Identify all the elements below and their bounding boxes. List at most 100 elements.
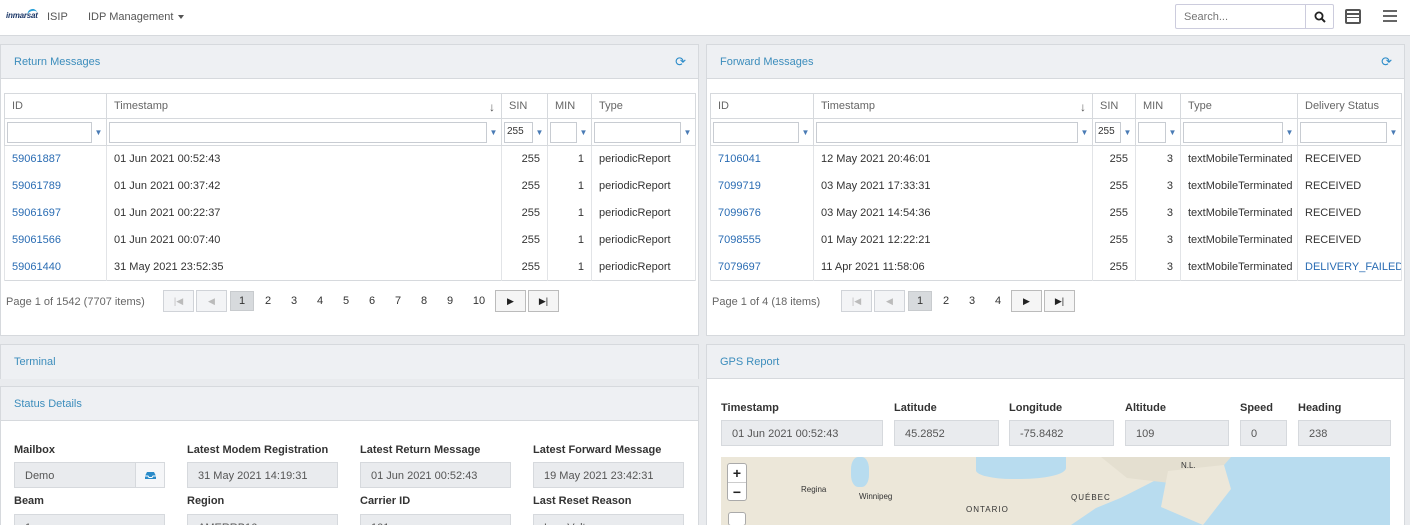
page-1[interactable]: 1 <box>908 291 932 311</box>
cell-min: 3 <box>1135 172 1181 200</box>
column-header-timestamp[interactable]: Timestamp ↓ <box>106 93 502 119</box>
filter-icon[interactable]: ▼ <box>1284 128 1295 137</box>
table-row[interactable]: 7098555 01 May 2021 12:22:21 255 3 textMobil… <box>710 226 1402 254</box>
panel-title: Return Messages <box>14 56 101 68</box>
cell-type: textMobileTerminated <box>1180 226 1298 254</box>
table-row[interactable]: 59061887 01 Jun 2021 00:52:43 255 1 periodic… <box>4 145 696 173</box>
table-row[interactable]: 59061440 31 May 2021 23:52:35 255 1 periodic… <box>4 253 696 281</box>
zoom-in-button[interactable]: + <box>728 464 746 482</box>
message-id-link[interactable]: 59061789 <box>12 180 61 192</box>
table-row[interactable]: 7099719 03 May 2021 17:33:31 255 3 textMobil… <box>710 172 1402 200</box>
message-id-link[interactable]: 7106041 <box>718 153 761 165</box>
modem-registration-label: Latest Modem Registration <box>187 444 329 456</box>
page-10[interactable]: 10 <box>463 290 495 312</box>
column-header-min[interactable]: MIN <box>1135 93 1181 119</box>
message-id-link[interactable]: 59061566 <box>12 234 61 246</box>
filter-status-input[interactable] <box>1300 121 1387 143</box>
last-page-button[interactable]: ▶| <box>528 290 559 312</box>
filter-icon[interactable]: ▼ <box>1079 128 1090 137</box>
column-header-min[interactable]: MIN <box>547 93 592 119</box>
panel-header[interactable]: Terminal <box>1 345 698 379</box>
filter-id-input[interactable] <box>7 121 92 143</box>
filter-type-input[interactable] <box>594 121 681 143</box>
page-4[interactable]: 4 <box>985 290 1011 312</box>
table-row[interactable]: 59061566 01 Jun 2021 00:07:40 255 1 periodic… <box>4 226 696 254</box>
cell-sin: 255 <box>1092 253 1136 281</box>
page-8[interactable]: 8 <box>411 290 437 312</box>
refresh-icon[interactable]: ⟳ <box>675 55 686 68</box>
prev-page-button[interactable]: ◀ <box>874 290 905 312</box>
page-9[interactable]: 9 <box>437 290 463 312</box>
first-page-button[interactable]: |◀ <box>841 290 872 312</box>
first-page-button[interactable]: |◀ <box>163 290 194 312</box>
filter-icon[interactable]: ▼ <box>578 128 589 137</box>
page-2[interactable]: 2 <box>933 290 959 312</box>
page-7[interactable]: 7 <box>385 290 411 312</box>
message-id-link[interactable]: 7098555 <box>718 234 761 246</box>
page-2[interactable]: 2 <box>255 290 281 312</box>
table-row[interactable]: 7099676 03 May 2021 14:54:36 255 3 textMobil… <box>710 199 1402 227</box>
filter-type-input[interactable] <box>1183 121 1283 143</box>
prev-page-button[interactable]: ◀ <box>196 290 227 312</box>
filter-icon[interactable]: ▼ <box>1167 128 1178 137</box>
column-header-sin[interactable]: SIN <box>501 93 548 119</box>
filter-icon[interactable]: ▼ <box>93 128 104 137</box>
page-4[interactable]: 4 <box>307 290 333 312</box>
filter-min-input[interactable] <box>550 121 577 143</box>
fullscreen-icon[interactable] <box>728 512 746 525</box>
zoom-out-button[interactable]: − <box>728 482 746 500</box>
filter-timestamp-input[interactable] <box>816 121 1078 143</box>
column-header-type[interactable]: Type <box>591 93 696 119</box>
column-header-type[interactable]: Type <box>1180 93 1298 119</box>
cell-status: RECEIVED <box>1297 172 1402 200</box>
filter-timestamp-input[interactable] <box>109 121 487 143</box>
longitude-label: Longitude <box>1009 402 1063 414</box>
filter-icon[interactable]: ▼ <box>1122 128 1133 137</box>
database-icon[interactable] <box>1345 9 1361 24</box>
filter-icon[interactable]: ▼ <box>488 128 499 137</box>
mailbox-button[interactable] <box>135 462 165 488</box>
cell-status-failed-link[interactable]: DELIVERY_FAILED <box>1297 253 1402 281</box>
hamburger-menu-icon[interactable] <box>1383 10 1397 22</box>
search-button[interactable] <box>1305 5 1333 28</box>
message-id-link[interactable]: 59061887 <box>12 153 61 165</box>
message-id-link[interactable]: 59061440 <box>12 261 61 273</box>
column-header-id[interactable]: ID <box>710 93 814 119</box>
column-header-delivery-status[interactable]: Delivery Status <box>1297 93 1402 119</box>
column-header-sin[interactable]: SIN <box>1092 93 1136 119</box>
filter-icon[interactable]: ▼ <box>1388 128 1399 137</box>
message-id-link[interactable]: 7079697 <box>718 261 761 273</box>
table-row[interactable]: 7079697 11 Apr 2021 11:58:06 255 3 textMobil… <box>710 253 1402 281</box>
page-3[interactable]: 3 <box>281 290 307 312</box>
filter-sin-input[interactable]: 255 <box>504 121 533 143</box>
message-id-link[interactable]: 7099676 <box>718 207 761 219</box>
message-id-link[interactable]: 7099719 <box>718 180 761 192</box>
message-id-link[interactable]: 59061697 <box>12 207 61 219</box>
next-page-button[interactable]: ▶ <box>495 290 526 312</box>
search-input[interactable] <box>1176 5 1304 28</box>
search-icon <box>1314 11 1326 23</box>
filter-id-input[interactable] <box>713 121 799 143</box>
cell-sin: 255 <box>1092 199 1136 227</box>
filter-icon[interactable]: ▼ <box>800 128 811 137</box>
filter-min-input[interactable] <box>1138 121 1166 143</box>
table-row[interactable]: 7106041 12 May 2021 20:46:01 255 3 textMobil… <box>710 145 1402 173</box>
next-page-button[interactable]: ▶ <box>1011 290 1042 312</box>
page-5[interactable]: 5 <box>333 290 359 312</box>
table-row[interactable]: 59061697 01 Jun 2021 00:22:37 255 1 periodic… <box>4 199 696 227</box>
page-3[interactable]: 3 <box>959 290 985 312</box>
filter-icon[interactable]: ▼ <box>534 128 545 137</box>
cell-sin: 255 <box>501 172 548 200</box>
nav-isip[interactable]: ISIP <box>47 11 68 23</box>
last-page-button[interactable]: ▶| <box>1044 290 1075 312</box>
filter-icon[interactable]: ▼ <box>682 128 693 137</box>
page-6[interactable]: 6 <box>359 290 385 312</box>
column-header-id[interactable]: ID <box>4 93 107 119</box>
table-row[interactable]: 59061789 01 Jun 2021 00:37:42 255 1 periodic… <box>4 172 696 200</box>
filter-sin-input[interactable]: 255 <box>1095 121 1121 143</box>
column-header-timestamp[interactable]: Timestamp ↓ <box>813 93 1093 119</box>
gps-map[interactable]: Regina Winnipeg ONTARIO QUÉBEC N.L. + − <box>721 457 1390 525</box>
nav-idp-management[interactable]: IDP Management <box>88 11 185 23</box>
refresh-icon[interactable]: ⟳ <box>1381 55 1392 68</box>
page-1[interactable]: 1 <box>230 291 254 311</box>
